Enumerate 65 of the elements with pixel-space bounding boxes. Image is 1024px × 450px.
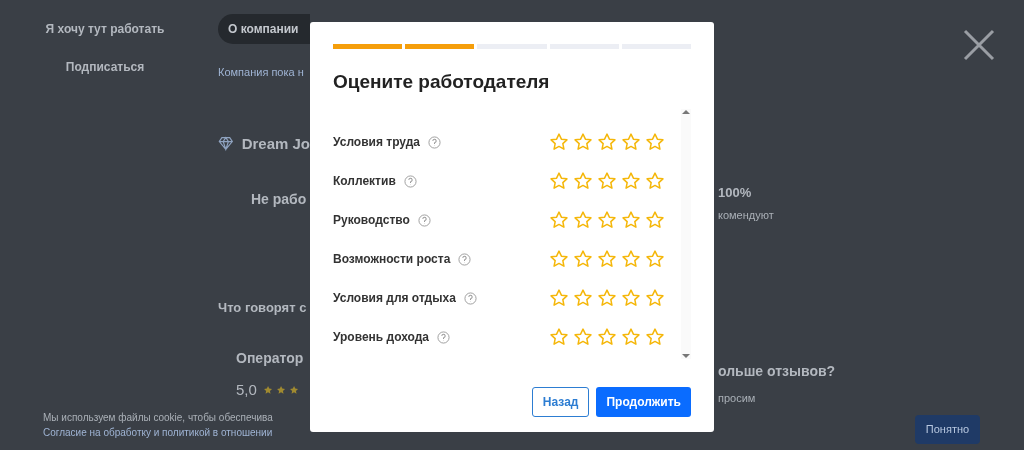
star-icon[interactable] bbox=[549, 171, 569, 191]
help-icon[interactable] bbox=[428, 135, 441, 149]
star-icon[interactable] bbox=[645, 327, 665, 347]
star-icon[interactable] bbox=[621, 210, 641, 230]
help-icon[interactable] bbox=[417, 213, 431, 227]
cookie-link[interactable]: Согласие на обработку и политикой в отношении bbox=[43, 425, 273, 440]
tab[interactable]: О компании bbox=[218, 14, 310, 44]
star-icon[interactable] bbox=[597, 210, 617, 230]
criterion-label: Руководство bbox=[333, 212, 410, 229]
scrollbar[interactable] bbox=[681, 108, 691, 359]
back-button[interactable]: Назад bbox=[531, 386, 590, 417]
star-icon[interactable] bbox=[645, 132, 665, 152]
help-icon[interactable] bbox=[437, 330, 450, 344]
help-icon[interactable] bbox=[463, 291, 477, 305]
star-icon[interactable] bbox=[597, 171, 617, 191]
criterion-label: Коллектив bbox=[333, 173, 396, 190]
section-heading: ольше отзывов? bbox=[718, 362, 836, 381]
criterion-label: Условия труда bbox=[333, 134, 420, 151]
star-icon[interactable] bbox=[573, 132, 593, 152]
star-icon[interactable] bbox=[621, 132, 641, 152]
dialog-title: Оцените работодателя bbox=[333, 70, 551, 94]
diamond-icon bbox=[218, 135, 234, 153]
star-icon[interactable] bbox=[597, 249, 617, 269]
help-icon[interactable] bbox=[458, 252, 472, 266]
info-text: Компания пока н bbox=[218, 65, 305, 80]
review-title: Оператор bbox=[235, 348, 305, 368]
star-icon[interactable] bbox=[621, 327, 641, 347]
percent-value: 100% bbox=[718, 184, 753, 202]
criterion-label: Уровень дохода bbox=[333, 329, 429, 346]
sidebar-button[interactable]: Я хочу тут работать bbox=[30, 17, 180, 41]
star-icon[interactable] bbox=[549, 210, 569, 230]
accept-button[interactable]: Понятно bbox=[915, 415, 980, 444]
scroll-up-icon[interactable] bbox=[682, 108, 690, 115]
star-icon[interactable] bbox=[621, 249, 641, 269]
help-icon[interactable] bbox=[403, 174, 417, 188]
star-icon[interactable] bbox=[621, 171, 641, 191]
caption-text: просим bbox=[718, 391, 757, 406]
star-icon[interactable] bbox=[549, 288, 569, 308]
criterion-label: Возможности роста bbox=[333, 251, 451, 268]
star-icon[interactable] bbox=[645, 249, 665, 269]
star-icon[interactable] bbox=[549, 327, 569, 347]
star-icon[interactable] bbox=[573, 249, 593, 269]
star-icon[interactable] bbox=[597, 288, 617, 308]
star-icon[interactable] bbox=[573, 288, 593, 308]
company-name: Dream Jo bbox=[241, 133, 310, 154]
star-icon[interactable] bbox=[645, 210, 665, 230]
criterion-label: Условия для отдыха bbox=[333, 290, 456, 307]
percent-caption: комендуют bbox=[718, 207, 775, 223]
sidebar-button[interactable]: Подписаться bbox=[30, 55, 180, 79]
star-icon[interactable] bbox=[573, 171, 593, 191]
star-icon[interactable] bbox=[549, 249, 569, 269]
star-icon[interactable] bbox=[645, 171, 665, 191]
star-icon[interactable] bbox=[573, 210, 593, 230]
star-icon[interactable] bbox=[597, 327, 617, 347]
review-score: 5,0 bbox=[236, 379, 257, 400]
star-icon[interactable] bbox=[597, 132, 617, 152]
scroll-down-icon[interactable] bbox=[682, 352, 690, 359]
cookie-text: Мы используем файлы cookie, чтобы обеспечива bbox=[43, 411, 273, 425]
section-heading: Что говорят с bbox=[218, 299, 308, 317]
star-icon[interactable] bbox=[645, 288, 665, 308]
star-icon[interactable] bbox=[621, 288, 641, 308]
star-icon[interactable] bbox=[573, 327, 593, 347]
continue-button[interactable]: Продолжить bbox=[596, 386, 691, 417]
status-text: Не рабо bbox=[250, 190, 308, 209]
star-icon[interactable] bbox=[549, 132, 569, 152]
